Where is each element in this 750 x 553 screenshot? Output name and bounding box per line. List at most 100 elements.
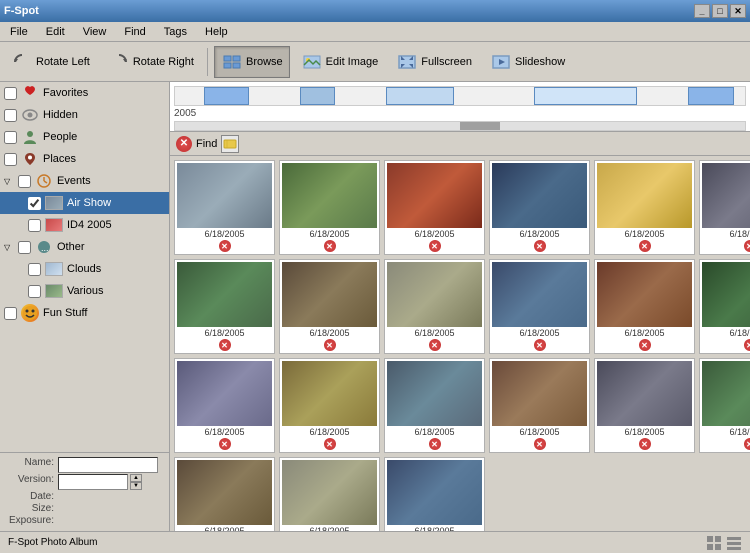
photo-cell[interactable]: 6/18/2005✕ — [279, 457, 380, 531]
sidebar-item-fun-stuff[interactable]: Fun Stuff — [0, 302, 169, 324]
photo-cell[interactable]: 6/18/2005✕ — [279, 160, 380, 255]
find-tag-button[interactable] — [221, 135, 239, 153]
hidden-checkbox[interactable] — [4, 109, 17, 122]
favorites-icon — [21, 84, 39, 102]
photo-date: 6/18/2005 — [729, 328, 750, 338]
photo-cell[interactable]: 6/18/2005✕ — [279, 358, 380, 453]
rotate-right-button[interactable]: Rotate Right — [101, 46, 201, 78]
sidebar-item-clouds[interactable]: Clouds — [0, 258, 169, 280]
version-input[interactable] — [58, 474, 128, 490]
menu-find[interactable]: Find — [118, 24, 151, 40]
slideshow-icon — [490, 51, 512, 73]
air-show-label: Air Show — [67, 197, 165, 209]
other-arrow[interactable]: ▽ — [4, 243, 14, 252]
other-checkbox[interactable] — [18, 241, 31, 254]
sidebar-item-places[interactable]: Places — [0, 148, 169, 170]
photo-error-badge: ✕ — [744, 339, 750, 351]
photo-thumbnail — [387, 361, 482, 426]
photo-cell[interactable]: 6/18/2005✕ — [489, 160, 590, 255]
timeline-scrollbar[interactable] — [174, 121, 746, 131]
menu-file[interactable]: File — [4, 24, 34, 40]
photo-cell[interactable]: 6/18/2005✕ — [384, 160, 485, 255]
date-row: Date: — [4, 491, 165, 502]
photo-date: 6/18/2005 — [309, 427, 349, 437]
menu-bar: File Edit View Find Tags Help — [0, 22, 750, 42]
photo-error-badge: ✕ — [324, 438, 336, 450]
photo-cell[interactable]: 6/18/2005✕ — [594, 160, 695, 255]
events-arrow[interactable]: ▽ — [4, 177, 14, 186]
find-close-button[interactable]: ✕ — [176, 136, 192, 152]
fun-stuff-checkbox[interactable] — [4, 307, 17, 320]
sidebar-item-hidden[interactable]: Hidden — [0, 104, 169, 126]
clouds-checkbox[interactable] — [28, 263, 41, 276]
photo-cell[interactable]: 6/18/2005✕ — [174, 457, 275, 531]
list-view-icon[interactable] — [726, 535, 742, 551]
close-button[interactable]: ✕ — [730, 4, 746, 18]
photo-cell[interactable]: 6/18/2005✕ — [489, 358, 590, 453]
photo-cell[interactable]: 6/18/2005✕ — [279, 259, 380, 354]
favorites-checkbox[interactable] — [4, 87, 17, 100]
photo-thumbnail — [177, 460, 272, 525]
sidebar-item-other[interactable]: ▽ ... Other — [0, 236, 169, 258]
version-arrows: ▲ ▼ — [130, 474, 142, 490]
content-area: 2005 ✕ Find 6/18/2005✕6/18/2005✕6/18/200… — [170, 82, 750, 531]
id4-checkbox[interactable] — [28, 219, 41, 232]
maximize-button[interactable]: □ — [712, 4, 728, 18]
photo-cell[interactable]: 6/18/2005✕ — [174, 358, 275, 453]
photo-date: 6/18/2005 — [309, 328, 349, 338]
sidebar-item-id4[interactable]: ID4 2005 — [0, 214, 169, 236]
rotate-left-icon — [11, 51, 33, 73]
sidebar-item-people[interactable]: People — [0, 126, 169, 148]
photo-thumbnail — [702, 163, 750, 228]
rotate-left-button[interactable]: Rotate Left — [4, 46, 97, 78]
various-checkbox[interactable] — [28, 285, 41, 298]
places-checkbox[interactable] — [4, 153, 17, 166]
minimize-button[interactable]: _ — [694, 4, 710, 18]
version-up[interactable]: ▲ — [130, 474, 142, 482]
menu-view[interactable]: View — [77, 24, 113, 40]
sidebar-item-favorites[interactable]: Favorites — [0, 82, 169, 104]
version-row: Version: ▲ ▼ — [4, 474, 165, 490]
photo-error-badge: ✕ — [429, 240, 441, 252]
favorites-label: Favorites — [43, 87, 165, 99]
browse-button[interactable]: Browse — [214, 46, 290, 78]
photo-error-badge: ✕ — [429, 438, 441, 450]
sidebar-item-air-show[interactable]: Air Show — [0, 192, 169, 214]
photo-cell[interactable]: 6/18/2005✕ — [699, 358, 750, 453]
photo-cell[interactable]: 6/18/2005✕ — [384, 259, 485, 354]
clouds-thumb — [45, 262, 63, 276]
menu-help[interactable]: Help — [199, 24, 234, 40]
slideshow-button[interactable]: Slideshow — [483, 46, 572, 78]
sidebar-item-various[interactable]: Various — [0, 280, 169, 302]
photo-grid[interactable]: 6/18/2005✕6/18/2005✕6/18/2005✕6/18/2005✕… — [170, 156, 750, 531]
photo-cell[interactable]: 6/18/2005✕ — [174, 259, 275, 354]
events-checkbox[interactable] — [18, 175, 31, 188]
menu-tags[interactable]: Tags — [158, 24, 193, 40]
grid-view-icon[interactable] — [706, 535, 722, 551]
timeline-track[interactable] — [174, 86, 746, 106]
name-input[interactable] — [58, 457, 158, 473]
photo-cell[interactable]: 6/18/2005✕ — [699, 259, 750, 354]
version-down[interactable]: ▼ — [130, 482, 142, 490]
photo-cell[interactable]: 6/18/2005✕ — [384, 358, 485, 453]
menu-edit[interactable]: Edit — [40, 24, 71, 40]
timeline[interactable]: 2005 — [170, 82, 750, 132]
photo-thumbnail — [282, 361, 377, 426]
photo-cell[interactable]: 6/18/2005✕ — [699, 160, 750, 255]
browse-label: Browse — [246, 56, 283, 68]
photo-thumbnail — [492, 163, 587, 228]
photo-cell[interactable]: 6/18/2005✕ — [489, 259, 590, 354]
photo-cell[interactable]: 6/18/2005✕ — [594, 259, 695, 354]
timeline-scroll-thumb[interactable] — [460, 122, 500, 130]
fullscreen-button[interactable]: Fullscreen — [389, 46, 479, 78]
people-checkbox[interactable] — [4, 131, 17, 144]
photo-error-badge: ✕ — [744, 438, 750, 450]
photo-cell[interactable]: 6/18/2005✕ — [174, 160, 275, 255]
sidebar-item-events[interactable]: ▽ Events — [0, 170, 169, 192]
edit-image-button[interactable]: Edit Image — [294, 46, 386, 78]
air-show-checkbox[interactable] — [28, 197, 41, 210]
date-value — [58, 491, 165, 502]
photo-cell[interactable]: 6/18/2005✕ — [594, 358, 695, 453]
slideshow-label: Slideshow — [515, 56, 565, 68]
photo-cell[interactable]: 6/18/2005✕ — [384, 457, 485, 531]
